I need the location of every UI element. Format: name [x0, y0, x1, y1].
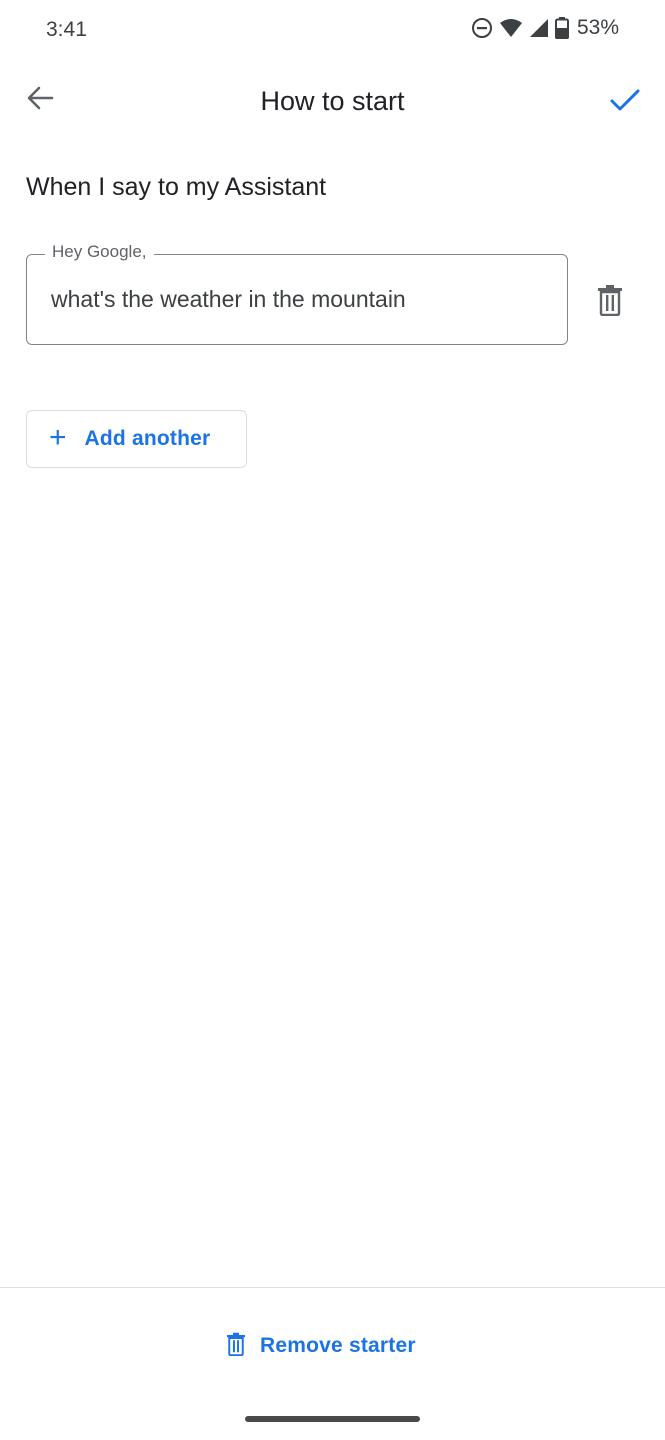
do-not-disturb-icon — [471, 17, 493, 39]
phrase-field-value[interactable]: what's the weather in the mountain — [51, 286, 406, 313]
add-another-label: Add another — [84, 427, 211, 450]
trash-icon — [597, 284, 623, 321]
status-bar: 3:41 53% — [0, 0, 665, 62]
cell-signal-icon — [529, 18, 549, 38]
status-icons: 53% — [471, 16, 619, 40]
bottom-divider — [0, 1287, 665, 1288]
remove-starter-button[interactable]: Remove starter — [226, 1326, 416, 1366]
page-title: How to start — [260, 86, 405, 116]
battery-icon — [554, 17, 569, 39]
home-indicator[interactable] — [245, 1416, 420, 1422]
section-label: When I say to my Assistant — [26, 173, 327, 201]
plus-icon: + — [49, 420, 67, 454]
check-icon — [610, 88, 640, 117]
confirm-button[interactable] — [601, 78, 649, 126]
phrase-field[interactable]: Hey Google, what's the weather in the mo… — [26, 242, 568, 345]
wifi-icon — [499, 18, 523, 38]
add-another-button[interactable]: + Add another — [26, 410, 247, 468]
phrase-field-label: Hey Google, — [45, 242, 154, 262]
trash-icon — [226, 1332, 246, 1361]
app-bar: How to start — [0, 62, 665, 146]
battery-percent: 53% — [576, 16, 619, 39]
remove-starter-label: Remove starter — [260, 1334, 416, 1357]
delete-phrase-button[interactable] — [590, 282, 630, 322]
status-time: 3:41 — [46, 18, 87, 41]
